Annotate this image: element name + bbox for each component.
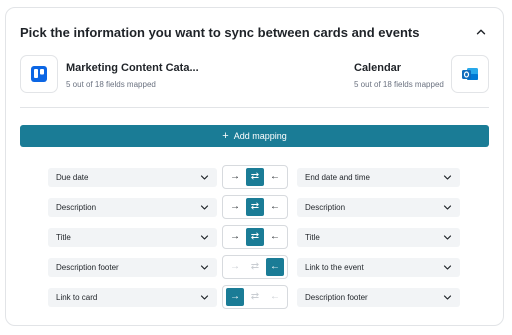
to-target-button[interactable]: → <box>226 168 244 186</box>
source-fields-mapped: 5 out of 18 fields mapped <box>66 80 156 89</box>
arrow-right-icon: → <box>230 231 240 242</box>
to-target-button[interactable]: → <box>226 198 244 216</box>
chevron-down-icon <box>200 203 209 212</box>
to-source-button[interactable]: ← <box>266 288 284 306</box>
to-target-button[interactable]: → <box>226 288 244 306</box>
source-field-label: Description footer <box>56 263 119 272</box>
sync-direction-toggle: → ⇄ ← <box>222 225 288 249</box>
sync-direction-toggle: → ⇄ ← <box>222 165 288 189</box>
target-field-label: Link to the event <box>305 263 364 272</box>
chevron-down-icon <box>200 233 209 242</box>
source-app-logo <box>20 55 58 93</box>
target-fields-mapped: 5 out of 18 fields mapped <box>354 80 444 89</box>
target-field-label: Description footer <box>305 293 368 302</box>
source-field-label: Description <box>56 203 97 212</box>
source-field-label: Title <box>56 233 71 242</box>
target-field-label: Title <box>305 233 320 242</box>
source-field-select[interactable]: Due date <box>48 168 217 187</box>
section-title: Pick the information you want to sync be… <box>20 25 420 40</box>
arrows-swap-icon: ⇄ <box>250 231 260 242</box>
mapping-row: Description footer → ⇄ ← Link to the event <box>6 255 503 279</box>
trello-icon <box>31 66 47 82</box>
arrow-right-icon: → <box>230 201 240 212</box>
to-source-button[interactable]: ← <box>266 198 284 216</box>
arrows-swap-icon: ⇄ <box>250 171 260 182</box>
add-mapping-button[interactable]: + Add mapping <box>20 125 489 147</box>
two-way-button[interactable]: ⇄ <box>246 288 264 306</box>
arrow-right-icon: → <box>230 291 240 302</box>
source-field-label: Due date <box>56 173 89 182</box>
mapping-row: Link to card → ⇄ ← Description footer <box>6 285 503 309</box>
target-field-select[interactable]: Description <box>297 198 460 217</box>
target-field-label: End date and time <box>305 173 370 182</box>
arrow-right-icon: → <box>230 261 240 272</box>
to-target-button[interactable]: → <box>226 228 244 246</box>
divider <box>20 107 489 108</box>
to-source-button[interactable]: ← <box>266 168 284 186</box>
source-field-label: Link to card <box>56 293 98 302</box>
outlook-icon <box>462 68 478 80</box>
target-field-select[interactable]: Description footer <box>297 288 460 307</box>
arrow-left-icon: ← <box>270 201 280 212</box>
chevron-down-icon <box>443 203 452 212</box>
arrows-swap-icon: ⇄ <box>250 291 260 302</box>
mapping-row: Title → ⇄ ← Title <box>6 225 503 249</box>
source-field-select[interactable]: Title <box>48 228 217 247</box>
chevron-down-icon <box>200 173 209 182</box>
arrow-left-icon: ← <box>270 291 280 302</box>
mapping-row: Due date → ⇄ ← End date and time <box>6 165 503 189</box>
sync-settings-card: Pick the information you want to sync be… <box>5 7 504 326</box>
chevron-up-icon <box>476 29 486 35</box>
arrow-left-icon: ← <box>270 231 280 242</box>
arrow-left-icon: ← <box>270 171 280 182</box>
arrows-swap-icon: ⇄ <box>250 261 260 272</box>
chevron-down-icon <box>443 293 452 302</box>
two-way-button[interactable]: ⇄ <box>246 198 264 216</box>
plus-icon: + <box>222 129 229 142</box>
target-field-select[interactable]: Link to the event <box>297 258 460 277</box>
two-way-button[interactable]: ⇄ <box>246 228 264 246</box>
source-field-select[interactable]: Description <box>48 198 217 217</box>
target-app-logo <box>451 55 489 93</box>
arrow-left-icon: ← <box>270 261 280 272</box>
add-mapping-label: Add mapping <box>233 131 287 141</box>
chevron-down-icon <box>200 263 209 272</box>
sync-direction-toggle: → ⇄ ← <box>222 285 288 309</box>
collapse-button[interactable] <box>473 24 489 40</box>
chevron-down-icon <box>200 293 209 302</box>
two-way-button[interactable]: ⇄ <box>246 168 264 186</box>
sync-direction-toggle: → ⇄ ← <box>222 255 288 279</box>
to-source-button[interactable]: ← <box>266 228 284 246</box>
target-app-name: Calendar <box>354 62 402 74</box>
to-source-button[interactable]: ← <box>266 258 284 276</box>
two-way-button[interactable]: ⇄ <box>246 258 264 276</box>
source-field-select[interactable]: Description footer <box>48 258 217 277</box>
target-field-select[interactable]: Title <box>297 228 460 247</box>
sync-direction-toggle: → ⇄ ← <box>222 195 288 219</box>
to-target-button[interactable]: → <box>226 258 244 276</box>
chevron-down-icon <box>443 233 452 242</box>
arrows-swap-icon: ⇄ <box>250 201 260 212</box>
chevron-down-icon <box>443 173 452 182</box>
target-field-select[interactable]: End date and time <box>297 168 460 187</box>
target-field-label: Description <box>305 203 346 212</box>
source-app-name: Marketing Content Cata... <box>66 62 199 74</box>
source-field-select[interactable]: Link to card <box>48 288 217 307</box>
mapping-row: Description → ⇄ ← Description <box>6 195 503 219</box>
chevron-down-icon <box>443 263 452 272</box>
arrow-right-icon: → <box>230 171 240 182</box>
